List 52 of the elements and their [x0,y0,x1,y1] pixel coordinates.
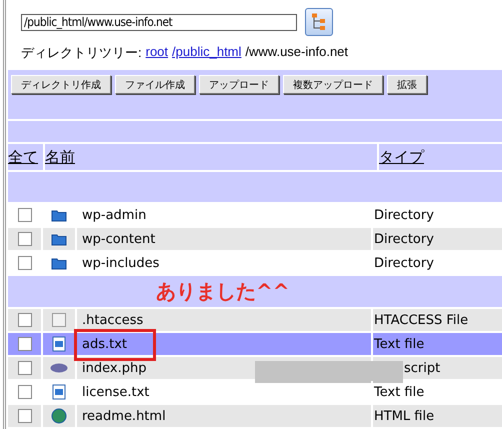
file-type: script [404,360,440,376]
file-type: Text file [374,384,424,400]
select-all-link[interactable]: 全て [8,144,43,170]
checkbox[interactable] [18,361,32,375]
toolbar-button[interactable]: ファイル作成 [115,75,195,94]
document-icon [52,384,66,400]
file-type: HTACCESS File [374,312,468,328]
file-name: license.txt [82,384,150,400]
file-name: wp-content [82,232,156,246]
file-icon [51,312,67,328]
file-type: Directory [374,208,434,222]
toolbar-button[interactable]: 拡張 [387,75,427,94]
toolbar-button[interactable]: ディレクトリ作成 [11,75,111,94]
folder-icon [51,232,67,246]
column-header[interactable]: タイプ [379,144,502,170]
file-row[interactable]: .htaccess HTACCESS File [8,309,502,331]
checkbox[interactable] [18,385,32,399]
file-row[interactable]: ads.txt Text file [8,333,502,355]
tree-button[interactable] [305,8,333,36]
file-name: .htaccess [82,312,144,328]
toolbar-button[interactable]: アップロード [199,75,279,94]
checkbox[interactable] [18,337,32,351]
file-row[interactable]: readme.html HTML file [8,405,502,427]
file-type: Directory [374,256,434,270]
breadcrumb-current: /www.use-info.net [245,44,348,61]
breadcrumb-label: ディレクトリツリー: [21,44,142,62]
document-icon [52,336,66,352]
file-type: Text file [374,336,424,352]
path-field[interactable]: /public_html/www.use-info.net [21,14,297,30]
file-name: index.php [82,360,146,376]
file-name: wp-admin [82,208,146,222]
globe-icon [51,408,67,424]
checkbox[interactable] [18,313,32,327]
toolbar-button[interactable]: 複数アップロード [283,75,383,94]
folder-icon [51,208,67,222]
file-row[interactable]: wp-content Directory [8,228,502,250]
checkbox[interactable] [18,208,32,222]
file-name: ads.txt [82,336,128,352]
checkbox[interactable] [18,409,32,423]
file-type: Directory [374,232,434,246]
checkbox[interactable] [18,256,32,270]
checkbox[interactable] [18,232,32,246]
php-icon [50,363,68,373]
column-header[interactable]: 名前 [45,144,377,170]
breadcrumb-link[interactable]: /public_html [172,44,242,62]
breadcrumb-link[interactable]: root [146,44,168,62]
file-name: wp-includes [82,256,160,270]
annotation-text: ありました^^ [156,278,290,305]
tree-icon [311,13,327,31]
file-type: HTML file [374,408,434,424]
folder-icon [51,256,67,270]
file-name: readme.html [82,408,166,424]
